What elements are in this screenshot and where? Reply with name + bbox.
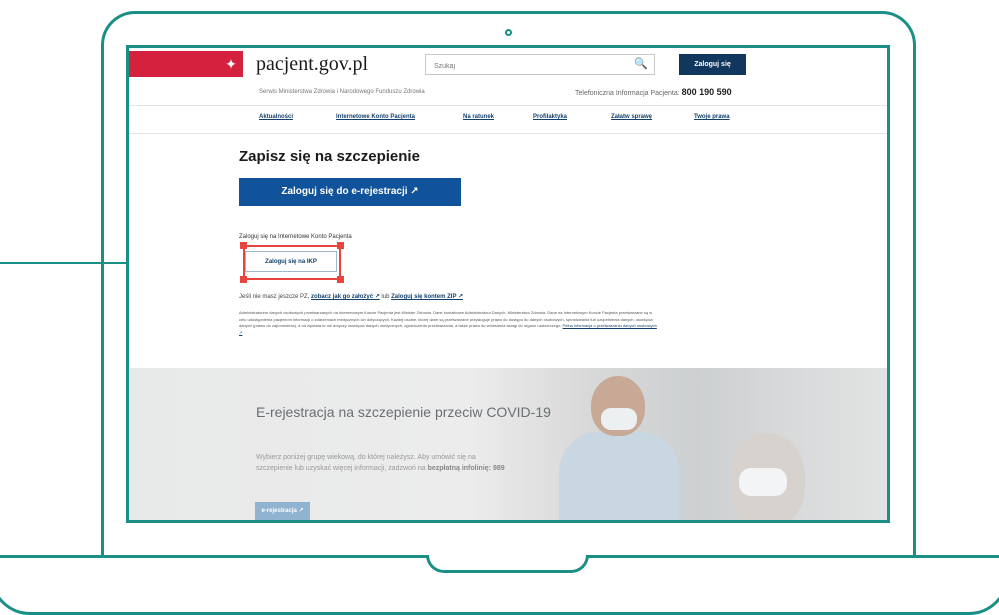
banner-photo-mask bbox=[601, 408, 637, 430]
camera-icon bbox=[505, 29, 512, 36]
account-mid: lub bbox=[381, 294, 390, 300]
create-account-link[interactable]: zobacz jak go założyć ↗ bbox=[311, 294, 380, 300]
nav-item-profilaktyka[interactable]: Profilaktyka bbox=[533, 114, 567, 120]
ikp-login-button[interactable]: Zaloguj się na IKP bbox=[245, 251, 337, 272]
highlight-corner bbox=[240, 276, 247, 283]
header-divider bbox=[129, 105, 887, 106]
nav-item-ikp[interactable]: Internetowe Konto Pacjenta bbox=[336, 114, 415, 120]
highlight-corner bbox=[240, 242, 247, 249]
highlight-corner bbox=[337, 276, 344, 283]
highlight-corner bbox=[337, 242, 344, 249]
ikp-label: Zaloguj się na Internetowe Konto Pacjent… bbox=[239, 234, 352, 240]
banner-photo-nurse bbox=[559, 432, 679, 520]
nav-item-twoje-prawa[interactable]: Twoje prawa bbox=[694, 114, 730, 120]
privacy-notice: Administratorem danych osobowych przetwa… bbox=[239, 310, 659, 336]
e-registration-login-button[interactable]: Zaloguj się do e-rejestracji ↗ bbox=[239, 178, 461, 206]
banner-hotline[interactable]: 989 bbox=[493, 465, 505, 472]
site-subtitle: Serwis Ministerstwa Zdrowia i Narodowego… bbox=[259, 89, 425, 95]
nav-item-aktualnosci[interactable]: Aktualności bbox=[259, 114, 293, 120]
phone-label: Telefoniczna Informacja Pacjenta: bbox=[575, 90, 680, 97]
zip-login-link[interactable]: Zaloguj się kontem ZIP ↗ bbox=[391, 294, 463, 300]
search-icon[interactable]: 🔍 bbox=[634, 57, 648, 70]
banner-title: E-rejestracja na szczepienie przeciw COV… bbox=[256, 404, 551, 420]
site-logo-title[interactable]: pacjent.gov.pl bbox=[256, 53, 368, 76]
laptop-notch bbox=[426, 555, 589, 573]
phone-info: Telefoniczna Informacja Pacjenta: 800 19… bbox=[575, 87, 732, 97]
search-box[interactable]: 🔍 bbox=[425, 54, 655, 76]
nav-item-na-ratunek[interactable]: Na ratunek bbox=[463, 114, 494, 120]
banner-text: Wybierz poniżej grupę wiekową, do której… bbox=[256, 452, 506, 474]
login-button[interactable]: Zaloguj się bbox=[679, 54, 746, 75]
page-title: Zapisz się na szczepienie bbox=[239, 148, 420, 165]
banner-e-registration-button[interactable]: e-rejestracja ↗ bbox=[255, 502, 310, 520]
nav-item-zalatw-sprawe[interactable]: Załatw sprawę bbox=[611, 114, 652, 120]
banner-text-bold: bezpłatną infolinię: bbox=[427, 465, 491, 472]
search-input[interactable] bbox=[426, 57, 624, 76]
main-nav: Aktualności Internetowe Konto Pacjenta N… bbox=[129, 114, 887, 126]
phone-number[interactable]: 800 190 590 bbox=[682, 87, 732, 97]
account-prefix: Jeśli nie masz jeszcze PZ, bbox=[239, 294, 310, 300]
polish-eagle-icon: ✦ bbox=[225, 56, 237, 72]
account-info-line: Jeśli nie masz jeszcze PZ, zobacz jak go… bbox=[239, 293, 463, 300]
laptop-screen: ✦ pacjent.gov.pl 🔍 Zaloguj się Serwis Mi… bbox=[126, 45, 890, 523]
nav-divider bbox=[129, 133, 887, 134]
banner-photo-patient-mask bbox=[739, 468, 787, 496]
